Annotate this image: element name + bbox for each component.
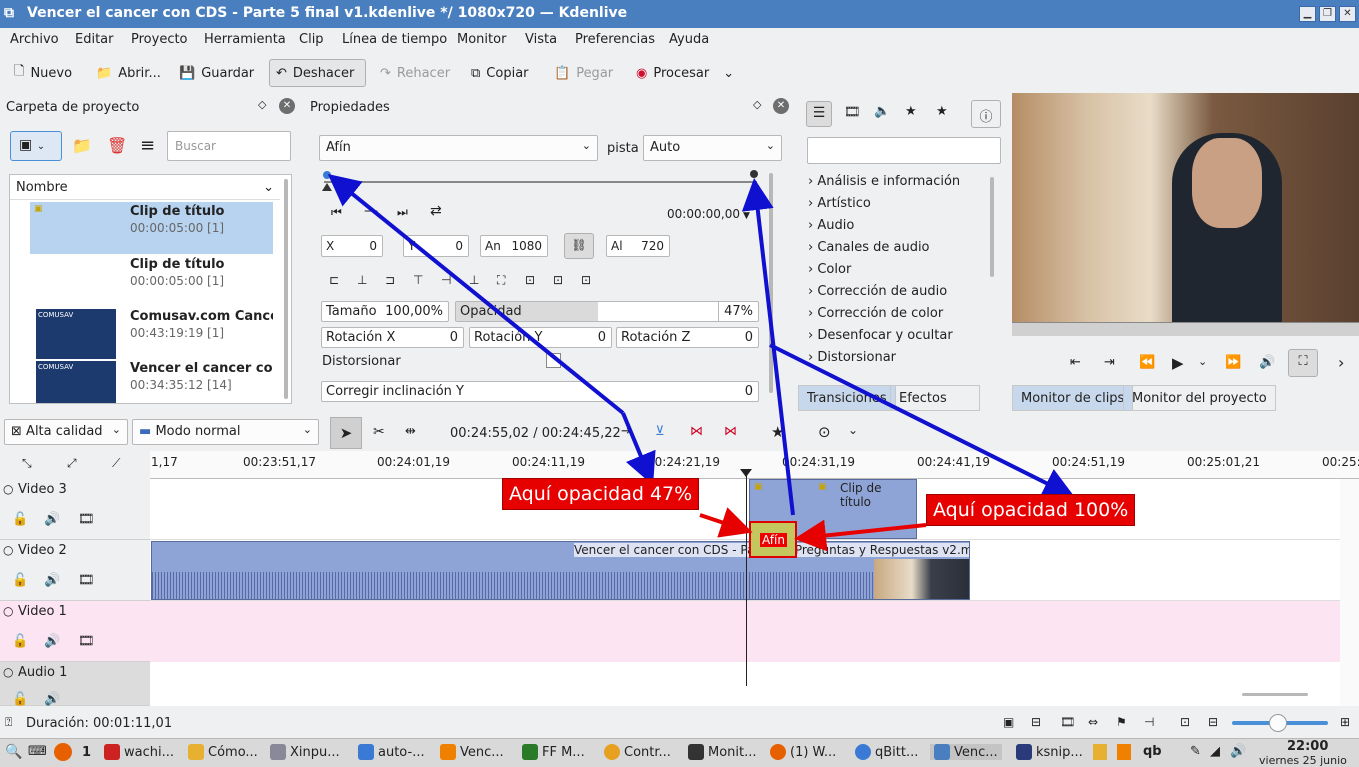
terminal-icon bbox=[104, 744, 120, 760]
edit-icon[interactable]: ✎ bbox=[1190, 744, 1201, 759]
keyboard-icon[interactable]: ⌨ bbox=[28, 744, 47, 759]
task-venc-kdenlive[interactable]: Venc... bbox=[930, 744, 1002, 760]
task-xinpu[interactable]: Xinpu... bbox=[270, 744, 340, 760]
task-label: Xinpu... bbox=[290, 744, 340, 760]
video-thumbs-icon[interactable]: 🎞 bbox=[1060, 715, 1075, 729]
ksnip-icon bbox=[1016, 744, 1032, 760]
qbittorrent-tray[interactable]: qb bbox=[1143, 744, 1162, 759]
task-label: (1) W... bbox=[790, 744, 837, 760]
task-venc-vlc[interactable]: Venc... bbox=[440, 744, 504, 760]
arrow-red-left bbox=[699, 507, 753, 538]
task-label: qBitt... bbox=[875, 744, 919, 760]
monitor-icon bbox=[688, 744, 704, 760]
annotation-left: Aquí opacidad 47% bbox=[502, 478, 700, 510]
task-ffm[interactable]: FF M... bbox=[522, 744, 585, 760]
annotation-arrows bbox=[327, 173, 1076, 552]
annotation-right: Aquí opacidad 100% bbox=[926, 494, 1136, 526]
task-label: Cómo... bbox=[208, 744, 258, 760]
thumbnails-icon[interactable]: ▣ bbox=[1003, 715, 1014, 729]
arrow-red-right bbox=[794, 519, 927, 552]
task-label: FF M... bbox=[542, 744, 585, 760]
window-icon bbox=[270, 744, 286, 760]
volume-icon[interactable]: 🔊 bbox=[1230, 744, 1246, 759]
task-como[interactable]: Cómo... bbox=[188, 744, 258, 760]
zoom-in-icon[interactable]: ⊞ bbox=[1340, 715, 1350, 729]
task-qbitt[interactable]: qBitt... bbox=[855, 744, 918, 760]
task-wachi[interactable]: wachi... bbox=[104, 744, 174, 760]
status-bar: ⍰ Duración: 00:01:11,01 ▣ ⊟ 🎞 ⇔ ⚑ ⊣ ⊡ ⊟ … bbox=[0, 708, 1359, 738]
arrow-left-to-clip bbox=[621, 412, 656, 486]
task-label: wachi... bbox=[124, 744, 174, 760]
task-label: Monit... bbox=[708, 744, 757, 760]
task-label: Contr... bbox=[624, 744, 671, 760]
arrow-left-to-start bbox=[327, 173, 625, 415]
clock-date[interactable]: viernes 25 junio bbox=[1259, 754, 1347, 767]
clock-time[interactable]: 22:00 bbox=[1287, 739, 1328, 754]
audio-thumbs-icon[interactable]: ⊟ bbox=[1031, 715, 1041, 729]
task-monit[interactable]: Monit... bbox=[688, 744, 757, 760]
vlc-icon[interactable] bbox=[1117, 744, 1131, 760]
duration-label: Duración: 00:01:11,01 bbox=[26, 716, 173, 731]
info-icon: ⍰ bbox=[5, 715, 13, 729]
firefox-icon bbox=[770, 744, 786, 760]
task-label: ksnip... bbox=[1036, 744, 1083, 760]
task-auto[interactable]: auto-... bbox=[358, 744, 425, 760]
zoom-slider-handle[interactable] bbox=[1269, 714, 1287, 732]
task-contr[interactable]: Contr... bbox=[604, 744, 671, 760]
workspace-number[interactable]: 1 bbox=[82, 745, 91, 760]
markers-icon[interactable]: ⚑ bbox=[1116, 715, 1127, 729]
taskbar: 🔍 ⌨ 1 wachi... Cómo... Xinpu... auto-...… bbox=[0, 738, 1359, 767]
vlc-icon bbox=[440, 744, 456, 760]
arrow-right-annotation bbox=[769, 343, 1076, 498]
qbittorrent-icon bbox=[855, 744, 871, 760]
zoom-fit-icon[interactable]: ⊡ bbox=[1180, 715, 1190, 729]
kdenlive-icon bbox=[934, 744, 950, 760]
split-icon[interactable]: ⊣ bbox=[1144, 715, 1154, 729]
zoom-out-icon[interactable]: ⊟ bbox=[1208, 715, 1218, 729]
task-ksnip[interactable]: ksnip... bbox=[1016, 744, 1083, 760]
ffmpeg-icon bbox=[522, 744, 538, 760]
search-icon[interactable]: 🔍 bbox=[5, 744, 22, 760]
task-label: Venc... bbox=[460, 744, 504, 760]
task-firefox[interactable]: (1) W... bbox=[770, 744, 836, 760]
app-icon bbox=[358, 744, 374, 760]
tray-icon[interactable] bbox=[1093, 744, 1107, 760]
task-label: auto-... bbox=[378, 744, 425, 760]
arrow-transition-to-end bbox=[741, 178, 795, 516]
task-label: Venc... bbox=[954, 744, 998, 760]
app-icon bbox=[604, 744, 620, 760]
firefox-icon[interactable] bbox=[54, 743, 72, 761]
snap-icon[interactable]: ⇔ bbox=[1088, 715, 1098, 729]
app-icon bbox=[188, 744, 204, 760]
network-icon[interactable]: ◢ bbox=[1210, 744, 1220, 759]
